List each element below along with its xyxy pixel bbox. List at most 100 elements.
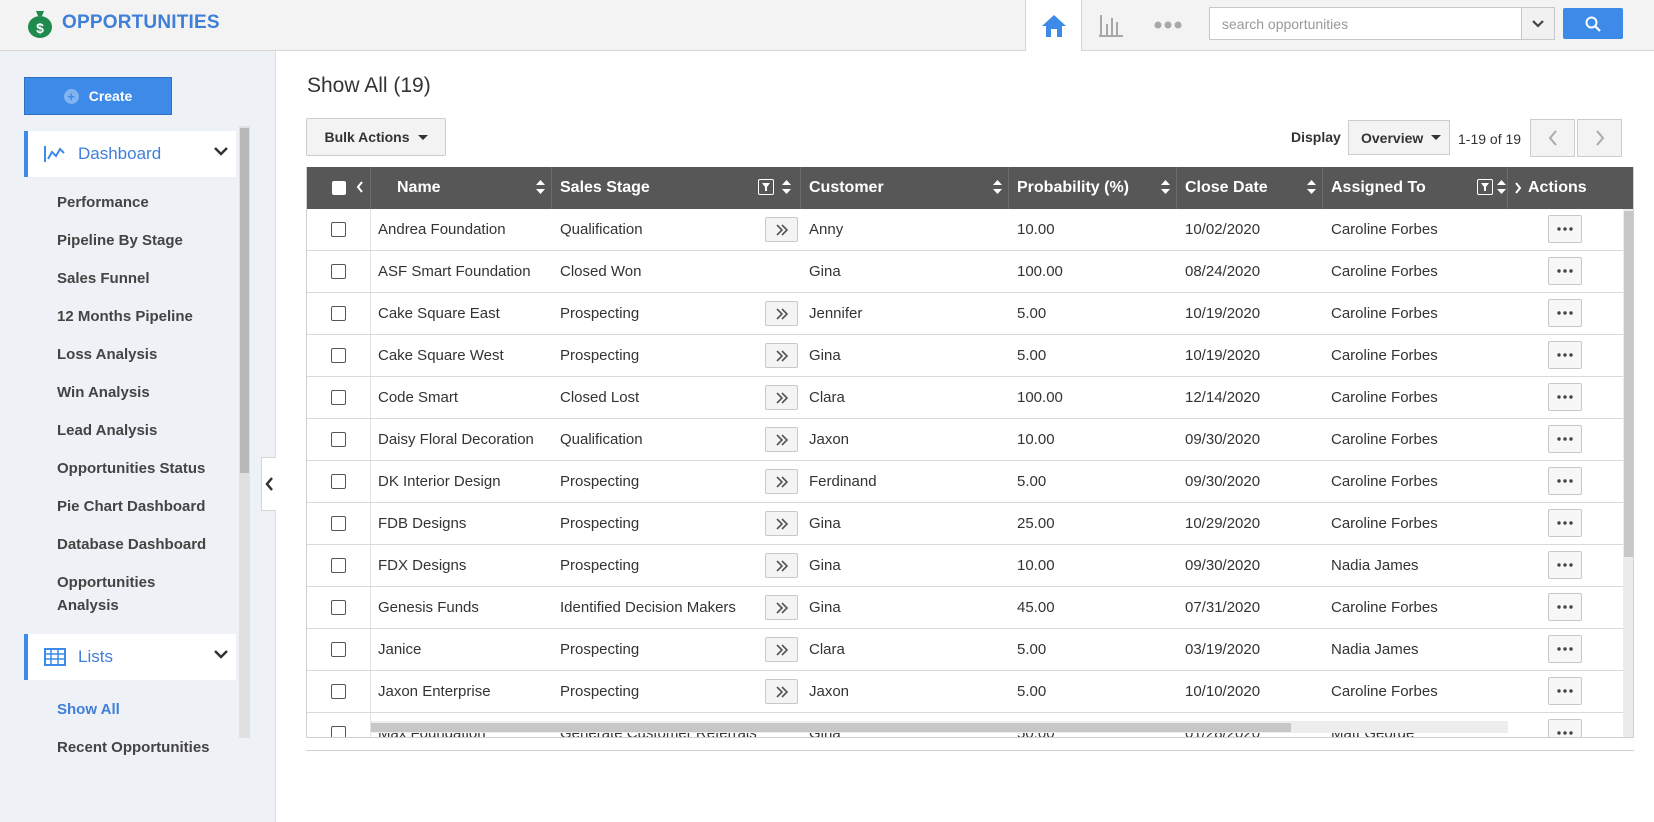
row-checkbox[interactable]: [331, 474, 346, 489]
customer[interactable]: Anny: [809, 209, 999, 250]
advance-stage-button[interactable]: [765, 511, 798, 536]
sidebar-item-lead-analysis[interactable]: Lead Analysis: [57, 419, 157, 442]
row-checkbox[interactable]: [331, 306, 346, 321]
opportunity-name[interactable]: Cake Square West: [378, 335, 548, 376]
sidebar-item-pie-chart-dashboard[interactable]: Pie Chart Dashboard: [57, 495, 205, 518]
customer[interactable]: Clara: [809, 377, 999, 418]
row-checkbox[interactable]: [331, 264, 346, 279]
table-row[interactable]: ASF Smart Foundation Closed Won Gina 100.00…: [307, 251, 1623, 293]
sort-icon[interactable]: [1497, 180, 1506, 194]
opportunity-name[interactable]: Daisy Floral Decoration: [378, 419, 548, 460]
display-select[interactable]: Overview: [1348, 120, 1450, 155]
customer[interactable]: Jaxon: [809, 671, 999, 712]
customer[interactable]: Jennifer: [809, 293, 999, 334]
advance-stage-button[interactable]: [765, 469, 798, 494]
table-row[interactable]: Code Smart Closed Lost Clara 100.00 12/14/20…: [307, 377, 1623, 419]
search-input[interactable]: [1210, 8, 1500, 39]
table-row[interactable]: Janice Prospecting Clara 5.00 03/19/2020 Nadi…: [307, 629, 1623, 671]
row-actions-button[interactable]: [1548, 635, 1582, 663]
customer[interactable]: Jaxon: [809, 419, 999, 460]
column-header-sales-stage[interactable]: Sales Stage: [552, 167, 801, 209]
table-row[interactable]: FDX Designs Prospecting Gina 10.00 09/30/202…: [307, 545, 1623, 587]
advance-stage-button[interactable]: [765, 679, 798, 704]
table-vertical-scrollbar-thumb[interactable]: [1624, 211, 1633, 557]
customer[interactable]: Gina: [809, 587, 999, 628]
table-row[interactable]: Cake Square East Prospecting Jennifer 5.00 1…: [307, 293, 1623, 335]
customer[interactable]: Gina: [809, 545, 999, 586]
sort-icon[interactable]: [1307, 180, 1316, 194]
advance-stage-button[interactable]: [765, 217, 798, 242]
sidebar-item-pipeline-by-stage[interactable]: Pipeline By Stage: [57, 229, 183, 252]
table-row[interactable]: Genesis Funds Identified Decision Makers G…: [307, 587, 1623, 629]
sort-icon[interactable]: [993, 180, 1002, 194]
table-horizontal-scrollbar-thumb[interactable]: [371, 723, 1291, 732]
sidebar-item-show-all[interactable]: Show All: [57, 698, 120, 721]
row-actions-button[interactable]: [1548, 467, 1582, 495]
home-button[interactable]: [1025, 0, 1082, 51]
select-all-checkbox[interactable]: [332, 181, 346, 195]
table-vertical-scrollbar[interactable]: [1623, 209, 1633, 737]
opportunity-name[interactable]: Jaxon Enterprise: [378, 671, 548, 712]
row-checkbox[interactable]: [331, 432, 346, 447]
opportunity-name[interactable]: ASF Smart Foundation: [378, 251, 548, 292]
sidebar-section-dashboard[interactable]: Dashboard: [24, 131, 236, 177]
sidebar-item-12-months-pipeline[interactable]: 12 Months Pipeline: [57, 305, 193, 328]
table-row[interactable]: Cake Square West Prospecting Gina 5.00 10/19…: [307, 335, 1623, 377]
row-actions-button[interactable]: [1548, 257, 1582, 285]
previous-page-button[interactable]: [1530, 119, 1575, 157]
sidebar-scrollbar-thumb[interactable]: [240, 128, 249, 473]
customer[interactable]: Clara: [809, 629, 999, 670]
opportunity-name[interactable]: Andrea Foundation: [378, 209, 548, 250]
row-checkbox[interactable]: [331, 390, 346, 405]
row-checkbox[interactable]: [331, 600, 346, 615]
sidebar-item-recent-opportunities[interactable]: Recent Opportunities: [57, 736, 210, 759]
column-header-close-date[interactable]: Close Date: [1177, 167, 1323, 209]
sidebar-section-lists[interactable]: Lists: [24, 634, 236, 680]
sort-icon[interactable]: [1161, 180, 1170, 194]
filter-icon[interactable]: [1477, 179, 1493, 195]
sort-icon[interactable]: [536, 180, 545, 194]
opportunity-name[interactable]: DK Interior Design: [378, 461, 548, 502]
search-button[interactable]: [1563, 8, 1623, 39]
row-actions-button[interactable]: [1548, 215, 1582, 243]
row-actions-button[interactable]: [1548, 341, 1582, 369]
opportunity-name[interactable]: Cake Square East: [378, 293, 548, 334]
row-actions-button[interactable]: [1548, 551, 1582, 579]
opportunity-name[interactable]: Janice: [378, 629, 548, 670]
advance-stage-button[interactable]: [765, 343, 798, 368]
bulk-actions-button[interactable]: Bulk Actions: [306, 118, 446, 156]
row-checkbox[interactable]: [331, 726, 346, 737]
row-actions-button[interactable]: [1548, 719, 1582, 737]
row-actions-button[interactable]: [1548, 425, 1582, 453]
advance-stage-button[interactable]: [765, 385, 798, 410]
sidebar-collapse-button[interactable]: [261, 457, 276, 511]
table-row[interactable]: Andrea Foundation Qualification Anny 10.00 1…: [307, 209, 1623, 251]
row-checkbox[interactable]: [331, 558, 346, 573]
customer[interactable]: Gina: [809, 503, 999, 544]
row-actions-button[interactable]: [1548, 299, 1582, 327]
advance-stage-button[interactable]: [765, 637, 798, 662]
row-actions-button[interactable]: [1548, 677, 1582, 705]
sidebar-item-sales-funnel[interactable]: Sales Funnel: [57, 267, 150, 290]
row-checkbox[interactable]: [331, 348, 346, 363]
chevron-left-icon[interactable]: [356, 181, 364, 193]
row-checkbox[interactable]: [331, 222, 346, 237]
advance-stage-button[interactable]: [765, 427, 798, 452]
filter-icon[interactable]: [758, 179, 774, 195]
row-actions-button[interactable]: [1548, 383, 1582, 411]
column-header-name[interactable]: Name: [371, 167, 552, 209]
next-page-button[interactable]: [1577, 119, 1622, 157]
table-row[interactable]: Daisy Floral Decoration Qualification Jaxo…: [307, 419, 1623, 461]
table-horizontal-scrollbar[interactable]: [371, 721, 1508, 733]
advance-stage-button[interactable]: [765, 553, 798, 578]
column-header-customer[interactable]: Customer: [801, 167, 1009, 209]
customer[interactable]: Ferdinand: [809, 461, 999, 502]
opportunity-name[interactable]: Code Smart: [378, 377, 548, 418]
row-actions-button[interactable]: [1548, 593, 1582, 621]
row-actions-button[interactable]: [1548, 509, 1582, 537]
table-row[interactable]: FDB Designs Prospecting Gina 25.00 10/29/202…: [307, 503, 1623, 545]
advance-stage-button[interactable]: [765, 595, 798, 620]
sidebar-item-loss-analysis[interactable]: Loss Analysis: [57, 343, 157, 366]
create-button[interactable]: + Create: [24, 77, 172, 115]
row-checkbox[interactable]: [331, 642, 346, 657]
